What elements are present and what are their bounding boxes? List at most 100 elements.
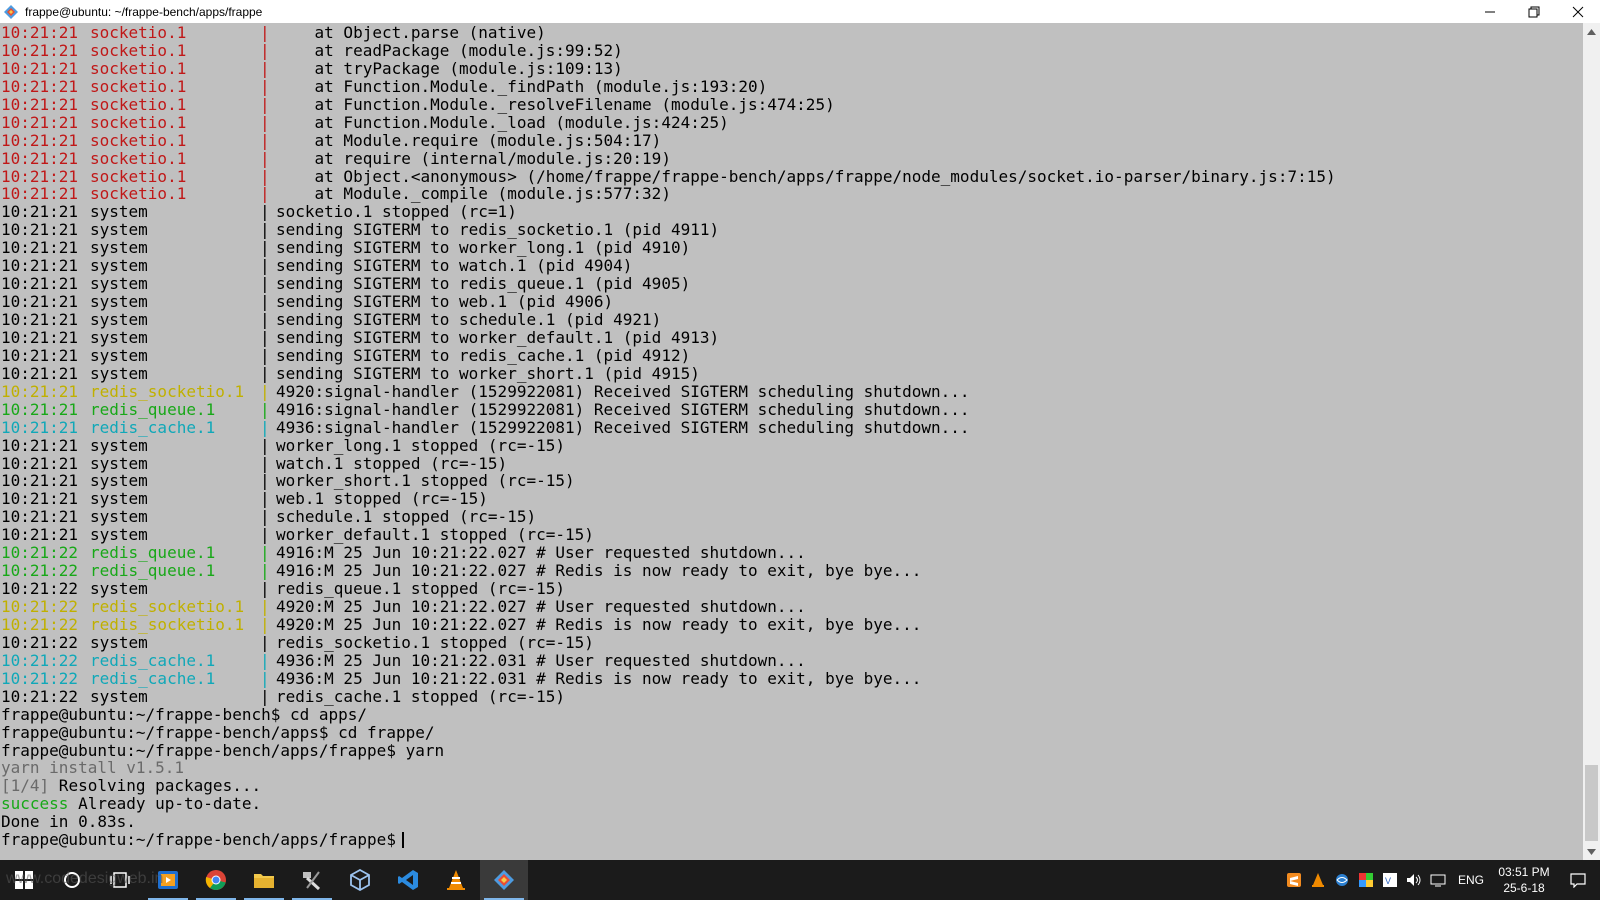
log-message: 4916:M 25 Jun 10:21:22.027 # User reques… — [276, 543, 806, 563]
system-tray: V ENG 03:51 PM 25-6-18 — [1282, 860, 1600, 900]
shell-line-text: Resolving packages... — [49, 776, 262, 796]
terminal-output[interactable]: 10:21:21 socketio.1 | at Object.parse (nat… — [0, 23, 1583, 860]
scroll-down-arrow-icon[interactable] — [1583, 843, 1600, 860]
log-message: watch.1 stopped (rc=-15) — [276, 453, 508, 473]
title-bar: frappe@ubuntu: ~/frappe-bench/apps/frapp… — [0, 0, 1600, 23]
scrollbar-thumb[interactable] — [1585, 765, 1598, 841]
log-process-name: socketio.1 — [90, 112, 187, 132]
log-message: 4920:M 25 Jun 10:21:22.027 # User reques… — [276, 597, 806, 616]
text-cursor[interactable] — [401, 832, 404, 849]
minimize-button[interactable] — [1468, 0, 1512, 23]
log-message: sending SIGTERM to schedule.1 (pid 4921) — [276, 310, 662, 329]
log-process-name: redis_queue.1 — [90, 399, 216, 419]
log-timestamp: 10:21:21 — [1, 58, 79, 78]
log-separator: | — [260, 363, 270, 383]
log-process-name: redis_cache.1 — [90, 417, 216, 437]
log-process-name: system — [90, 327, 148, 347]
log-message: 4936:M 25 Jun 10:21:22.031 # Redis is no… — [276, 668, 922, 688]
media-player-icon[interactable] — [144, 860, 192, 900]
vpn-tray-icon[interactable]: V — [1378, 860, 1402, 900]
volume-tray-icon[interactable] — [1402, 860, 1426, 900]
git-bash-icon[interactable] — [480, 860, 528, 900]
sublime-tray-icon[interactable] — [1282, 860, 1306, 900]
log-separator: | — [260, 58, 270, 78]
log-process-name: socketio.1 — [90, 23, 187, 42]
log-separator: | — [260, 650, 270, 670]
log-timestamp: 10:21:21 — [1, 453, 79, 473]
prompt-text: frappe@ubuntu:~/frappe-bench/apps/frappe… — [1, 830, 396, 850]
log-separator: | — [260, 579, 270, 599]
vlc-tray-icon[interactable] — [1306, 860, 1330, 900]
log-line: 10:21:21 system | sending SIGTERM to worker… — [1, 239, 1336, 257]
log-message: 4916:signal-handler (1529922081) Receive… — [276, 399, 970, 419]
log-timestamp: 10:21:21 — [1, 184, 79, 204]
clock-date: 25-6-18 — [1503, 881, 1545, 895]
log-process-name: socketio.1 — [90, 94, 187, 114]
action-center-button[interactable] — [1556, 860, 1600, 900]
log-timestamp: 10:21:22 — [1, 650, 79, 670]
close-button[interactable] — [1556, 0, 1600, 23]
tools-icon[interactable] — [288, 860, 336, 900]
log-separator: | — [260, 345, 270, 365]
network-monitor-tray-icon[interactable] — [1330, 860, 1354, 900]
restore-button[interactable] — [1512, 0, 1556, 23]
log-line: 10:21:22 redis_cache.1 | 4936:M 25 Jun 10:2… — [1, 668, 1336, 688]
close-icon — [1572, 6, 1584, 17]
log-line: 10:21:21 system | sending SIGTERM to web.1 … — [1, 293, 1336, 311]
log-message: sending SIGTERM to worker_short.1 (pid 4… — [276, 363, 700, 383]
log-timestamp: 10:21:21 — [1, 40, 79, 60]
task-view-icon[interactable] — [96, 860, 144, 900]
log-process-name: socketio.1 — [90, 58, 187, 78]
log-process-name: redis_cache.1 — [90, 668, 216, 688]
log-message: sending SIGTERM to redis_queue.1 (pid 49… — [276, 274, 691, 294]
log-process-name: system — [90, 292, 148, 312]
language-indicator[interactable]: ENG — [1450, 873, 1492, 887]
file-explorer-icon[interactable] — [240, 860, 288, 900]
virtualbox-icon[interactable] — [336, 860, 384, 900]
log-timestamp: 10:21:21 — [1, 148, 79, 168]
log-message: at Function.Module._load (module.js:424:… — [276, 112, 729, 132]
log-message: at readPackage (module.js:99:52) — [276, 40, 623, 60]
log-timestamp: 10:21:22 — [1, 561, 79, 581]
vscode-icon[interactable] — [384, 860, 432, 900]
log-message: 4916:M 25 Jun 10:21:22.027 # Redis is no… — [276, 561, 922, 581]
log-message: at Object.parse (native) — [276, 23, 546, 42]
log-timestamp: 10:21:21 — [1, 166, 79, 186]
vertical-scrollbar[interactable] — [1583, 23, 1600, 860]
log-timestamp: 10:21:21 — [1, 310, 79, 329]
log-process-name: socketio.1 — [90, 184, 187, 204]
log-separator: | — [260, 202, 270, 222]
shell-line-prefix: success — [1, 794, 69, 814]
log-process-name: system — [90, 632, 148, 652]
restore-icon — [1528, 6, 1540, 17]
log-line: 10:21:22 system | redis_socketio.1 stopped … — [1, 632, 1336, 652]
log-separator: | — [260, 489, 270, 509]
network-tray-icon[interactable] — [1426, 860, 1450, 900]
log-line: 10:21:21 system | web.1 stopped (rc=-15) — [1, 490, 1336, 508]
scroll-up-arrow-icon[interactable] — [1583, 23, 1600, 40]
clock[interactable]: 03:51 PM 25-6-18 — [1492, 864, 1556, 896]
shell-line: frappe@ubuntu:~/frappe-bench/apps$ cd fr… — [1, 723, 1336, 742]
log-message: at tryPackage (module.js:109:13) — [276, 58, 623, 78]
log-line: 10:21:21 system | sending SIGTERM to worker… — [1, 327, 1336, 347]
shell-line: Done in 0.83s. — [1, 813, 1336, 831]
log-line: 10:21:22 redis_socketio.1 | 4920:M 25 Jun 1… — [1, 615, 1336, 634]
start-windows-icon[interactable] — [0, 860, 48, 900]
log-message: redis_socketio.1 stopped (rc=-15) — [276, 632, 594, 652]
log-process-name: system — [90, 363, 148, 383]
window-title: frappe@ubuntu: ~/frappe-bench/apps/frapp… — [25, 4, 263, 19]
log-line: 10:21:21 socketio.1 | at Object.<anonymous… — [1, 166, 1336, 186]
log-process-name: system — [90, 489, 148, 509]
log-separator: | — [260, 525, 270, 545]
shell-line-text: frappe@ubuntu:~/frappe-bench/apps/frappe… — [1, 740, 445, 760]
log-line: 10:21:21 socketio.1 | at Function.Module._… — [1, 94, 1336, 114]
log-message: sending SIGTERM to web.1 (pid 4906) — [276, 292, 614, 312]
colorful-tray-icon[interactable] — [1354, 860, 1378, 900]
log-line: 10:21:21 socketio.1 | at Object.parse (nat… — [1, 24, 1336, 42]
log-line: 10:21:21 system | sending SIGTERM to redis_… — [1, 345, 1336, 365]
log-line: 10:21:22 redis_queue.1 | 4916:M 25 Jun 10:2… — [1, 562, 1336, 580]
cortana-search-icon[interactable] — [48, 860, 96, 900]
vlc-icon[interactable] — [432, 860, 480, 900]
chrome-icon[interactable] — [192, 860, 240, 900]
shell-line: frappe@ubuntu:~/frappe-bench/apps/frappe… — [1, 740, 1336, 760]
